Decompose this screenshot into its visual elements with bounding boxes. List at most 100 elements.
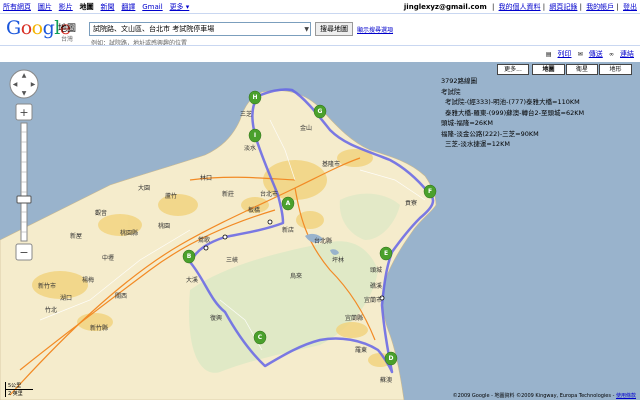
label-yilancity: 宜蘭市 [364, 296, 382, 304]
send-icon: ✉ [577, 51, 583, 58]
marker-h[interactable]: H [248, 90, 262, 105]
scale-bottom: 2 英里 [5, 390, 27, 397]
marker-d[interactable]: D [384, 351, 398, 366]
google-maps-logo[interactable]: Google 地圖 台灣 [6, 18, 84, 46]
divider [0, 13, 640, 14]
label-luzhu: 蘆竹 [165, 192, 177, 200]
print-icon: ▤ [545, 51, 552, 58]
route-leg-1: 考試院-(經333)-明池-(777)泰雅大橋=110KM [445, 98, 580, 106]
route-leg-5: 三芝-淡水捷運=12KM [445, 140, 510, 148]
search-maps-button[interactable]: 搜尋地圖 [315, 22, 353, 36]
label-pinglin: 坪林 [332, 256, 344, 264]
my-account-link[interactable]: 我的帳戶 [586, 3, 614, 11]
marker-f-label: F [428, 188, 432, 195]
copyright: ©2009 Google - 地圖資料 ©2009 Kingway, Europ… [453, 392, 636, 399]
marker-b[interactable]: B [182, 249, 196, 264]
marker-c-label: C [258, 334, 263, 341]
marker-i[interactable]: I [248, 128, 262, 143]
map-type-terrain[interactable]: 地形 [599, 64, 632, 75]
marker-e-label: E [384, 250, 388, 257]
marker-e[interactable]: E [379, 246, 393, 261]
product-links: 所有網頁 圖片 影片 地圖 新聞 翻譯 Gmail 更多 ▾ [3, 2, 193, 12]
route-info-panel: 3792路線圖 考試院 考試院-(經333)-明池-(777)泰雅大橋=110K… [441, 76, 585, 150]
nav-all-web[interactable]: 所有網頁 [3, 3, 31, 11]
label-toucheng: 頭城 [370, 267, 382, 274]
route-origin: 考試院 [441, 87, 461, 96]
web-history-link[interactable]: 網頁記錄 [549, 3, 577, 11]
scale-top: 5公里 [5, 382, 33, 390]
search-value: 試院路、文山區、台北市 考試院停車場 [93, 25, 215, 33]
label-danshui: 淡水 [244, 144, 256, 152]
label-sanxia: 三峽 [226, 256, 238, 264]
copyright-text: ©2009 Google - 地圖資料 ©2009 Kingway, Europ… [452, 393, 616, 399]
nav-more[interactable]: 更多 ▾ [170, 3, 190, 11]
toolbar-actions: ▤ 列印 ✉ 傳送 ∞ 連結 [546, 49, 634, 59]
marker-a[interactable]: A [281, 196, 295, 211]
terms-link[interactable]: 使用條款 [616, 393, 636, 399]
nav-news[interactable]: 新聞 [101, 3, 115, 11]
link-link[interactable]: 連結 [620, 50, 634, 58]
send-link[interactable]: 傳送 [589, 50, 603, 58]
nav-gmail[interactable]: Gmail [142, 3, 162, 11]
label-luodong: 羅東 [355, 346, 367, 354]
label-gongliao: 貢寮 [405, 199, 417, 207]
top-navigation: 所有網頁 圖片 影片 地圖 新聞 翻譯 Gmail 更多 ▾ jinglexyz… [0, 0, 640, 13]
map-type-map[interactable]: 地圖 [532, 64, 565, 75]
nav-video[interactable]: 影片 [59, 3, 73, 11]
search-options-link[interactable]: 顯示搜尋選項 [357, 25, 393, 34]
label-yingge: 鶯歌 [198, 236, 210, 244]
search-input[interactable]: 試院路、文山區、台北市 考試院停車場 ▼ [89, 22, 311, 36]
label-keelung: 基隆市 [322, 160, 340, 168]
marker-i-label: I [254, 132, 256, 139]
sign-out-link[interactable]: 登出 [623, 3, 637, 11]
more-button[interactable]: 更多... [497, 64, 529, 75]
minus-icon: − [19, 246, 28, 259]
marker-h-label: H [252, 94, 257, 101]
label-guanyin: 觀音 [95, 209, 107, 217]
nav-maps-current: 地圖 [79, 3, 94, 11]
zoom-slider-handle[interactable] [16, 195, 32, 204]
label-jiaoxi: 礁溪 [370, 282, 382, 290]
label-sanzhi: 三芝 [240, 110, 252, 118]
pan-down-icon[interactable]: ▼ [22, 90, 27, 97]
label-taipei: 台北市 [260, 190, 278, 198]
logo-region: 台灣 [61, 36, 74, 43]
print-link[interactable]: 列印 [558, 50, 572, 58]
map-type-satellite[interactable]: 衛星 [566, 64, 598, 75]
chevron-down-icon[interactable]: ▼ [304, 24, 309, 35]
label-daxi: 大溪 [186, 276, 198, 284]
route-title: 3792路線圖 [441, 77, 478, 85]
label-taoyuan: 桃園縣 [120, 229, 138, 237]
route-leg-2: 泰雅大橋-羅東-(999)蘇澳-轉台2-至頭城=62KM [445, 108, 585, 117]
nav-images[interactable]: 圖片 [38, 3, 52, 11]
label-xinzhuang: 新莊 [222, 190, 234, 198]
marker-g[interactable]: G [313, 104, 327, 119]
pan-up-icon[interactable]: ▲ [22, 72, 27, 79]
label-fuxing: 復興 [210, 314, 222, 322]
label-xindian: 新店 [282, 226, 294, 234]
label-jinshan: 金山 [300, 124, 312, 132]
route-leg-4: 福隆-淡金公路(222)-三芝=90KM [441, 129, 539, 138]
label-hukou: 湖口 [60, 294, 72, 302]
label-taoyuancity: 桃園 [158, 222, 170, 230]
label-suao: 蘇澳 [380, 376, 392, 384]
pan-right-icon[interactable]: ▶ [31, 81, 36, 88]
marker-a-label: A [286, 200, 291, 207]
scale-bar: 5公里 2 英里 [5, 382, 33, 397]
label-linkou: 林口 [200, 174, 212, 182]
my-profile-link[interactable]: 我的個人資料 [499, 3, 541, 11]
pan-zoom-svg: ▲ ▼ ◀ ▶ + − [9, 69, 39, 261]
route-leg-3: 頭城-福隆=26KM [441, 119, 493, 127]
label-zhubei: 竹北 [45, 306, 57, 314]
nav-translate[interactable]: 翻譯 [121, 3, 135, 11]
label-wulai: 烏來 [290, 272, 302, 280]
logo-product: 地圖 [58, 24, 77, 34]
label-guanxi: 關西 [115, 293, 127, 300]
label-dayuan: 大園 [138, 184, 150, 192]
account-links: jinglexyz@gmail.com | 我的個人資料 | 網頁記錄 | 我的… [403, 3, 637, 11]
marker-g-label: G [318, 108, 323, 115]
pan-left-icon[interactable]: ◀ [13, 81, 18, 88]
marker-f[interactable]: F [423, 184, 437, 199]
marker-c[interactable]: C [253, 330, 267, 345]
label-xinwu: 新屋 [70, 232, 82, 240]
